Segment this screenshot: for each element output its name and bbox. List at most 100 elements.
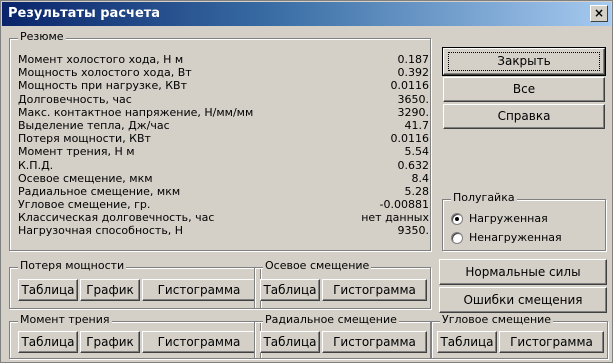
row-label: Выделение тепла, Дж/час bbox=[18, 118, 170, 132]
all-button[interactable]: Все bbox=[443, 77, 605, 102]
row-value: 3290. bbox=[397, 105, 430, 119]
axial-table-label: Таблица bbox=[263, 283, 317, 297]
friction-table-button[interactable]: Таблица bbox=[18, 331, 78, 353]
all-button-label: Все bbox=[512, 82, 536, 96]
row-label: К.П.Д. bbox=[18, 158, 54, 172]
axial-offset-group: Осевое смещение Таблица Гистограмма bbox=[254, 259, 431, 309]
summary-row: К.П.Д. 0.632 bbox=[18, 159, 429, 172]
row-label: Мощность холостого хода, Вт bbox=[18, 66, 192, 80]
normal-forces-label: Нормальные силы bbox=[465, 265, 581, 279]
row-label: Радиальное смещение, мкм bbox=[18, 184, 181, 198]
summary-group: Резюме Момент холостого хода, Н м 0.187 М… bbox=[9, 30, 431, 251]
radio-loaded-label: Нагруженная bbox=[469, 212, 548, 225]
help-button-label: Справка bbox=[497, 109, 551, 123]
summary-legend: Резюме bbox=[18, 30, 66, 43]
row-value: нет данных bbox=[361, 211, 429, 225]
radio-button-selected[interactable] bbox=[451, 213, 463, 225]
summary-row: Момент трения, Н м 5.54 bbox=[18, 145, 429, 158]
row-label: Потеря мощности, КВт bbox=[18, 132, 151, 146]
summary-row: Осевое смещение, мкм 8.4 bbox=[18, 172, 429, 185]
nut-group: Полугайка Нагруженная Ненагруженная bbox=[442, 191, 606, 251]
angular-table-button[interactable]: Таблица bbox=[437, 331, 497, 353]
power-loss-group: Потеря мощности Таблица График Гистограм… bbox=[9, 259, 261, 309]
power-loss-table-label: Таблица bbox=[21, 283, 75, 297]
radial-histogram-label: Гистограмма bbox=[333, 335, 416, 349]
row-label: Момент холостого хода, Н м bbox=[18, 53, 184, 66]
offset-errors-button[interactable]: Ошибки смещения bbox=[439, 287, 607, 313]
friction-group: Момент трения Таблица График Гистограмма bbox=[9, 313, 261, 359]
row-value: 3650. bbox=[397, 92, 430, 106]
summary-row: Мощность холостого хода, Вт 0.392 bbox=[18, 66, 429, 79]
angular-histogram-button[interactable]: Гистограмма bbox=[499, 331, 604, 353]
offset-errors-label: Ошибки смещения bbox=[463, 293, 583, 307]
radial-table-button[interactable]: Таблица bbox=[260, 331, 320, 353]
row-value: 0.0116 bbox=[390, 132, 430, 146]
axial-histogram-button[interactable]: Гистограмма bbox=[322, 279, 427, 301]
close-button[interactable]: Закрыть bbox=[442, 47, 606, 76]
power-loss-histogram-label: Гистограмма bbox=[157, 283, 241, 297]
row-value: 9350. bbox=[397, 224, 430, 238]
friction-graph-button[interactable]: График bbox=[80, 331, 140, 353]
axial-table-button[interactable]: Таблица bbox=[260, 279, 320, 301]
radio-unloaded-label: Ненагруженная bbox=[469, 231, 562, 244]
row-label: Угловое смещение, гр. bbox=[18, 198, 151, 212]
summary-list: Момент холостого хода, Н м 0.187 Мощность… bbox=[18, 53, 429, 238]
summary-row: Мощность при нагрузке, КВт 0.0116 bbox=[18, 79, 429, 92]
power-loss-table-button[interactable]: Таблица bbox=[18, 279, 78, 301]
summary-row: Угловое смещение, гр. -0.00881 bbox=[18, 198, 429, 211]
friction-table-label: Таблица bbox=[21, 335, 75, 349]
friction-histogram-button[interactable]: Гистограмма bbox=[142, 331, 256, 353]
nut-legend: Полугайка bbox=[451, 191, 517, 204]
row-value: 8.4 bbox=[411, 171, 430, 185]
row-label: Мощность при нагрузке, КВт bbox=[18, 79, 187, 93]
row-value: 0.0116 bbox=[390, 79, 430, 93]
window-title: Результаты расчета bbox=[8, 6, 161, 21]
power-loss-legend: Потеря мощности bbox=[18, 259, 127, 272]
angular-offset-legend: Угловое смещение bbox=[440, 313, 554, 326]
help-button[interactable]: Справка bbox=[443, 104, 605, 129]
friction-histogram-label: Гистограмма bbox=[157, 335, 241, 349]
radial-offset-legend: Радиальное смещение bbox=[263, 313, 399, 326]
angular-table-label: Таблица bbox=[440, 335, 494, 349]
summary-row: Момент холостого хода, Н м 0.187 bbox=[18, 53, 429, 66]
summary-row: Классическая долговечность, час нет данны… bbox=[18, 211, 429, 224]
normal-forces-button[interactable]: Нормальные силы bbox=[439, 259, 607, 285]
row-label: Долговечность, час bbox=[18, 92, 132, 106]
radial-histogram-button[interactable]: Гистограмма bbox=[322, 331, 427, 353]
row-value: 0.187 bbox=[397, 53, 430, 66]
title-bar[interactable]: Результаты расчета × bbox=[2, 2, 611, 26]
friction-legend: Момент трения bbox=[18, 313, 112, 326]
angular-offset-group: Угловое смещение Таблица Гистограмма bbox=[431, 313, 608, 359]
results-window: Результаты расчета × Резюме Момент холос… bbox=[0, 0, 613, 363]
radial-offset-group: Радиальное смещение Таблица Гистограмма bbox=[254, 313, 431, 359]
power-loss-graph-button[interactable]: График bbox=[80, 279, 140, 301]
summary-row: Потеря мощности, КВт 0.0116 bbox=[18, 132, 429, 145]
angular-histogram-label: Гистограмма bbox=[510, 335, 593, 349]
row-value: 0.632 bbox=[397, 158, 430, 172]
row-value: 41.7 bbox=[404, 118, 430, 132]
row-label: Нагрузочная способность, Н bbox=[18, 224, 184, 238]
radio-button[interactable] bbox=[451, 232, 463, 244]
friction-graph-label: График bbox=[86, 335, 134, 349]
row-label: Классическая долговечность, час bbox=[18, 211, 215, 225]
row-label: Осевое смещение, мкм bbox=[18, 171, 153, 185]
axial-offset-legend: Осевое смещение bbox=[263, 259, 372, 272]
radial-table-label: Таблица bbox=[263, 335, 317, 349]
row-label: Момент трения, Н м bbox=[18, 145, 135, 159]
radio-dot bbox=[455, 217, 459, 221]
power-loss-graph-label: График bbox=[86, 283, 134, 297]
row-value: -0.00881 bbox=[379, 198, 429, 212]
summary-row: Долговечность, час 3650. bbox=[18, 93, 429, 106]
power-loss-histogram-button[interactable]: Гистограмма bbox=[142, 279, 256, 301]
close-icon[interactable]: × bbox=[590, 5, 608, 22]
row-value: 5.28 bbox=[404, 184, 430, 198]
summary-row: Нагрузочная способность, Н 9350. bbox=[18, 224, 429, 237]
row-label: Макс. контактное напряжение, Н/мм/мм bbox=[18, 105, 254, 119]
row-value: 5.54 bbox=[404, 145, 430, 159]
summary-row: Выделение тепла, Дж/час 41.7 bbox=[18, 119, 429, 132]
close-button-label: Закрыть bbox=[497, 54, 551, 68]
axial-histogram-label: Гистограмма bbox=[333, 283, 416, 297]
row-value: 0.392 bbox=[397, 66, 430, 80]
summary-row: Радиальное смещение, мкм 5.28 bbox=[18, 185, 429, 198]
summary-row: Макс. контактное напряжение, Н/мм/мм 3290… bbox=[18, 106, 429, 119]
